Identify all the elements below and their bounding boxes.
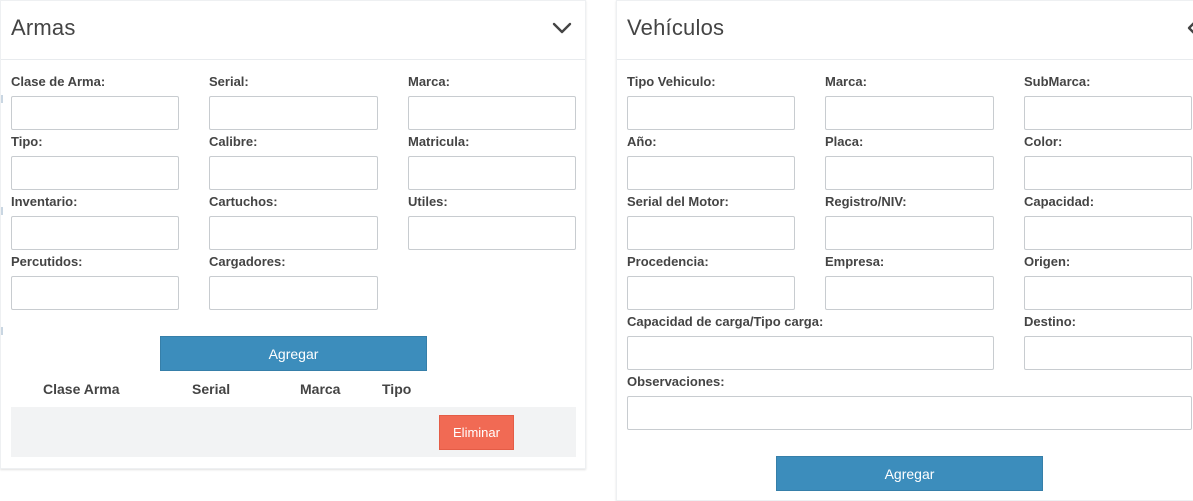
cartuchos-input[interactable] — [209, 216, 378, 250]
placa-label: Placa: — [825, 134, 864, 149]
registro-niv-label: Registro/NIV: — [825, 194, 907, 209]
destino-label: Destino: — [1024, 314, 1076, 329]
matricula-input[interactable] — [408, 156, 576, 190]
procedencia-input[interactable] — [627, 276, 795, 310]
submarca-label: SubMarca: — [1024, 74, 1091, 89]
tipo-vehiculo-input[interactable] — [627, 96, 795, 130]
calibre-label: Calibre: — [209, 134, 258, 149]
utiles-input[interactable] — [408, 216, 576, 250]
vehiculos-title: Vehículos — [627, 15, 725, 40]
empresa-input[interactable] — [825, 276, 994, 310]
origen-input[interactable] — [1024, 276, 1192, 310]
delete-button[interactable]: Eliminar — [439, 415, 514, 450]
tipo-vehiculo-label: Tipo Vehiculo: — [627, 74, 716, 89]
serial-motor-input[interactable] — [627, 216, 795, 250]
cargadores-input[interactable] — [209, 276, 378, 310]
utiles-label: Utiles: — [408, 194, 448, 209]
serial-motor-label: Serial del Motor: — [627, 194, 729, 209]
color-input[interactable] — [1024, 156, 1192, 190]
serial-label: Serial: — [209, 74, 249, 89]
edge-mark — [1, 95, 3, 103]
capacidad-label: Capacidad: — [1024, 194, 1095, 209]
registro-niv-input[interactable] — [825, 216, 994, 250]
marca-vehiculo-label: Marca: — [825, 74, 867, 89]
color-label: Color: — [1024, 134, 1063, 149]
serial-input[interactable] — [209, 96, 378, 130]
column-header-serial: Serial — [192, 381, 231, 397]
column-header-clase-arma: Clase Arma — [43, 381, 120, 397]
armas-panel: Armas Clase de Arma: Serial: Marca: Tipo… — [0, 0, 586, 469]
marca-vehiculo-input[interactable] — [825, 96, 994, 130]
percutidos-label: Percutidos: — [11, 254, 83, 269]
chevron-down-icon[interactable] — [551, 17, 573, 39]
destino-input[interactable] — [1024, 336, 1192, 370]
cargadores-label: Cargadores: — [209, 254, 286, 269]
vehiculos-panel: Vehículos Tipo Vehiculo: Marca: SubMarca… — [616, 0, 1193, 501]
observaciones-label: Observaciones: — [627, 374, 725, 389]
vehiculos-add-button[interactable]: Agregar — [776, 456, 1043, 491]
table-row: Eliminar — [11, 407, 576, 457]
origen-label: Origen: — [1024, 254, 1071, 269]
calibre-input[interactable] — [209, 156, 378, 190]
tipo-label: Tipo: — [11, 134, 43, 149]
column-header-tipo: Tipo — [382, 381, 412, 397]
clase-arma-input[interactable] — [11, 96, 179, 130]
empresa-label: Empresa: — [825, 254, 885, 269]
armas-header: Armas — [1, 1, 585, 60]
procedencia-label: Procedencia: — [627, 254, 709, 269]
inventario-label: Inventario: — [11, 194, 78, 209]
marca-label: Marca: — [408, 74, 450, 89]
clase-arma-label: Clase de Arma: — [11, 74, 106, 89]
edge-mark — [1, 327, 3, 335]
capacidad-input[interactable] — [1024, 216, 1192, 250]
inventario-input[interactable] — [11, 216, 179, 250]
capacidad-carga-label: Capacidad de carga/Tipo carga: — [627, 314, 824, 329]
percutidos-input[interactable] — [11, 276, 179, 310]
capacidad-carga-input[interactable] — [627, 336, 994, 370]
matricula-label: Matricula: — [408, 134, 470, 149]
anio-input[interactable] — [627, 156, 795, 190]
edge-mark — [1, 207, 3, 215]
vehiculos-header: Vehículos — [617, 1, 1193, 60]
armas-add-button[interactable]: Agregar — [160, 336, 427, 371]
observaciones-input[interactable] — [627, 396, 1192, 430]
placa-input[interactable] — [825, 156, 994, 190]
chevron-left-icon[interactable] — [1182, 17, 1193, 39]
tipo-input[interactable] — [11, 156, 179, 190]
column-header-marca: Marca — [300, 381, 341, 397]
marca-input[interactable] — [408, 96, 576, 130]
cartuchos-label: Cartuchos: — [209, 194, 278, 209]
submarca-input[interactable] — [1024, 96, 1192, 130]
armas-title: Armas — [11, 15, 76, 40]
anio-label: Año: — [627, 134, 657, 149]
